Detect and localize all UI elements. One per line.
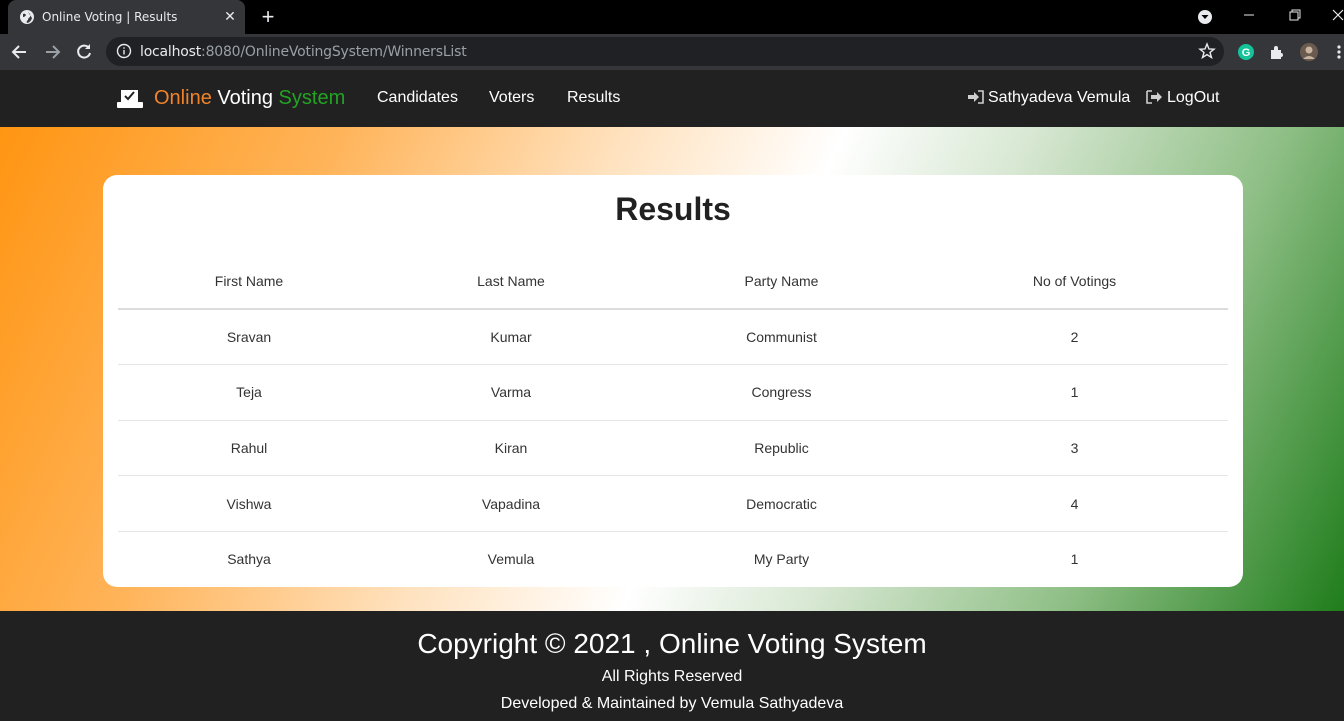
column-header-votes: No of Votings bbox=[921, 253, 1228, 310]
browser-tab[interactable]: Online Voting | Results ✕ bbox=[8, 0, 245, 34]
nav-link-results[interactable]: Results bbox=[567, 89, 620, 107]
cell-first-name: Vishwa bbox=[118, 475, 380, 532]
sign-in-icon bbox=[968, 90, 984, 104]
svg-text:G: G bbox=[1242, 47, 1251, 59]
browser-tab-strip: Online Voting | Results ✕ + bbox=[0, 0, 1344, 34]
cell-first-name: Rahul bbox=[118, 419, 380, 476]
restore-icon[interactable] bbox=[1286, 0, 1304, 34]
nav-link-candidates[interactable]: Candidates bbox=[377, 89, 458, 107]
globe-icon bbox=[20, 10, 34, 24]
cell-party-name: Congress bbox=[642, 364, 921, 421]
logout-button[interactable]: LogOut bbox=[1146, 89, 1219, 107]
url-path: :8080/OnlineVotingSystem/WinnersList bbox=[201, 44, 467, 60]
site-footer: Copyright © 2021 , Online Voting System … bbox=[0, 611, 1344, 721]
url-text: localhost:8080/OnlineVotingSystem/Winner… bbox=[140, 44, 467, 60]
column-header-first-name: First Name bbox=[118, 253, 380, 310]
tab-search-icon[interactable] bbox=[1196, 0, 1214, 34]
back-arrow-icon[interactable] bbox=[10, 42, 30, 62]
footer-developer: Developed & Maintained by Vemula Sathyad… bbox=[500, 695, 844, 712]
cell-last-name: Vapadina bbox=[380, 475, 642, 532]
table-row: Vishwa Vapadina Democratic 4 bbox=[118, 475, 1228, 532]
cell-first-name: Teja bbox=[118, 364, 380, 421]
tricolor-background: Results First Name Last Name Party Name … bbox=[0, 127, 1344, 611]
close-window-icon[interactable] bbox=[1330, 0, 1344, 34]
new-tab-button[interactable]: + bbox=[257, 6, 279, 28]
tab-close-icon[interactable]: ✕ bbox=[222, 8, 238, 24]
table-header-row: First Name Last Name Party Name No of Vo… bbox=[118, 253, 1228, 310]
tab-title: Online Voting | Results bbox=[42, 10, 178, 24]
cell-votes: 2 bbox=[1070, 329, 1079, 346]
reload-icon[interactable] bbox=[74, 42, 94, 62]
cell-last-name: Kiran bbox=[380, 419, 642, 476]
cell-votes: 1 bbox=[921, 530, 1228, 587]
logout-label: LogOut bbox=[1167, 89, 1220, 106]
results-title: Results bbox=[615, 191, 731, 227]
brand-logo-text[interactable]: Online Voting System bbox=[154, 87, 345, 110]
minimize-icon[interactable] bbox=[1240, 0, 1258, 34]
cell-first-name: Sathya bbox=[118, 530, 380, 587]
footer-copyright: Copyright © 2021 , Online Voting System bbox=[417, 628, 927, 659]
cell-votes: 1 bbox=[921, 364, 1228, 421]
url-host: localhost bbox=[140, 44, 202, 60]
column-header-last-name: Last Name bbox=[380, 253, 642, 310]
footer-rights: All Rights Reserved bbox=[601, 668, 743, 685]
cell-party-name: Communist bbox=[746, 329, 817, 346]
bookmark-star-icon[interactable] bbox=[1198, 42, 1216, 60]
cell-party-name: Republic bbox=[642, 419, 921, 476]
cell-votes: 4 bbox=[921, 475, 1228, 532]
table-row: Teja Varma Congress 1 bbox=[118, 364, 1228, 421]
results-card: Results First Name Last Name Party Name … bbox=[103, 175, 1243, 587]
cell-last-name: Kumar bbox=[490, 329, 532, 346]
grammarly-icon[interactable]: G bbox=[1236, 42, 1256, 62]
results-table: First Name Last Name Party Name No of Vo… bbox=[118, 253, 1228, 587]
brand-word-system: System bbox=[278, 87, 346, 109]
cell-last-name: Vemula bbox=[380, 530, 642, 587]
column-header-party-name: Party Name bbox=[642, 253, 921, 310]
chrome-menu-icon[interactable] bbox=[1334, 42, 1344, 62]
cell-last-name: Varma bbox=[380, 364, 642, 421]
forward-arrow-icon[interactable] bbox=[42, 42, 62, 62]
web-page: Online Voting System Candidates Voters R… bbox=[0, 70, 1344, 721]
cell-first-name: Sravan bbox=[226, 329, 272, 346]
nav-link-voters[interactable]: Voters bbox=[489, 89, 534, 107]
cell-votes: 3 bbox=[921, 419, 1228, 476]
address-bar[interactable]: localhost:8080/OnlineVotingSystem/Winner… bbox=[106, 37, 1224, 66]
table-row: Sathya Vemula My Party 1 bbox=[118, 530, 1228, 587]
site-info-icon[interactable] bbox=[116, 43, 132, 59]
cell-party-name: My Party bbox=[642, 530, 921, 587]
site-navbar: Online Voting System Candidates Voters R… bbox=[0, 70, 1344, 127]
nav-user[interactable]: Sathyadeva Vemula bbox=[967, 89, 1130, 107]
extensions-puzzle-icon[interactable] bbox=[1268, 42, 1288, 62]
sign-out-icon bbox=[1146, 90, 1162, 104]
profile-avatar[interactable] bbox=[1299, 42, 1319, 62]
cell-party-name: Democratic bbox=[642, 475, 921, 532]
table-row: Rahul Kiran Republic 3 bbox=[118, 419, 1228, 476]
ballot-box-icon[interactable] bbox=[117, 89, 143, 109]
brand-word-online: Online bbox=[154, 87, 212, 109]
table-row: Sravan Kumar Communist 2 bbox=[118, 309, 1228, 365]
user-name: Sathyadeva Vemula bbox=[988, 89, 1131, 106]
browser-toolbar: localhost:8080/OnlineVotingSystem/Winner… bbox=[0, 34, 1344, 70]
brand-word-voting: Voting bbox=[217, 87, 273, 109]
